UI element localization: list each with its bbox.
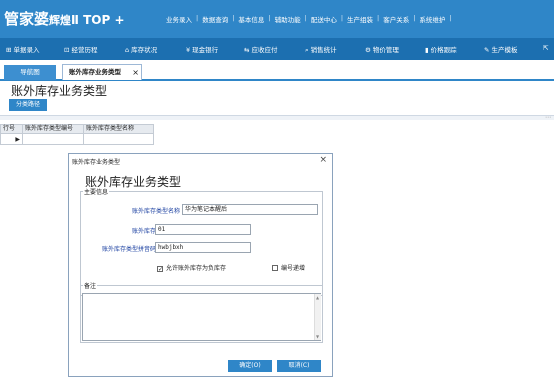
menu-item-production-assembly[interactable]: 生产组装 bbox=[343, 14, 377, 24]
menu-item-business-entry[interactable]: 业务录入 bbox=[162, 14, 196, 24]
tab-label: 账外库存业务类型 bbox=[69, 68, 121, 76]
nav-document-entry[interactable]: ⊞ 单据录入 bbox=[6, 44, 39, 54]
splitter[interactable]: ⋯ bbox=[0, 114, 554, 121]
menu-item-data-query[interactable]: 数据查询 bbox=[198, 14, 232, 24]
menu-item-customer-relations[interactable]: 客户关系 bbox=[379, 14, 413, 24]
type-code-input[interactable]: 01 bbox=[155, 224, 251, 235]
ok-button[interactable]: 确定(O) bbox=[228, 360, 272, 372]
cell[interactable] bbox=[22, 133, 84, 145]
chart-icon: ⊡ bbox=[64, 46, 70, 54]
tab-close-icon[interactable]: × bbox=[132, 65, 139, 80]
cell[interactable] bbox=[83, 133, 154, 145]
data-grid: 行号 账外库存类型编号 账外库存类型名称 ▶ bbox=[0, 124, 154, 145]
menu-item-system-maintenance[interactable]: 系统维护 bbox=[415, 14, 449, 24]
page-title: 账外库存业务类型 bbox=[11, 84, 108, 98]
grid-header-row: 行号 账外库存类型编号 账外库存类型名称 bbox=[0, 124, 154, 134]
exchange-icon: ⇆ bbox=[244, 46, 250, 54]
nav-business-history[interactable]: ⊡ 经营历程 bbox=[64, 44, 97, 54]
allow-negative-checkbox[interactable]: ✓ 允许账外库存为负库存 bbox=[157, 263, 226, 273]
nav-cash-bank[interactable]: ¥ 现金银行 bbox=[186, 44, 218, 54]
type-name-input[interactable]: 华为笔记本醒后 bbox=[182, 204, 318, 215]
tab-navigation-map[interactable]: 导航图 bbox=[4, 65, 56, 80]
note-textarea[interactable] bbox=[82, 293, 321, 341]
row-marker-icon: ▶ bbox=[0, 133, 23, 145]
checkmark-icon: ✓ bbox=[157, 266, 164, 273]
document-icon: ⊞ bbox=[6, 46, 12, 54]
type-name-label: 账外库存类型名称 bbox=[131, 208, 180, 215]
code-increment-checkbox[interactable]: 编号递增 bbox=[272, 263, 305, 272]
menu-item-basic-info[interactable]: 基本信息 bbox=[234, 14, 268, 24]
close-icon[interactable]: × bbox=[319, 155, 327, 165]
nav-price-management[interactable]: ⚙ 物价管理 bbox=[365, 44, 399, 54]
function-toolbar: ⊞ 单据录入 ⊡ 经营历程 ⌂ 库存状况 ¥ 现金银行 ⇆ 应收应付 ⌕ 销售统计 ⚙ 物价管… bbox=[0, 38, 554, 60]
menu-item-aux-functions[interactable]: 辅助功能 bbox=[271, 14, 305, 24]
home-icon: ⌂ bbox=[125, 46, 130, 54]
category-path-button[interactable]: 分类路径 bbox=[9, 99, 47, 111]
note-legend: 备注 bbox=[83, 281, 98, 290]
top-menu: 业务录入 | 数据查询 | 基本信息 | 辅助功能 | 配送中心 | 生产组装 | 客户关系… bbox=[162, 14, 452, 24]
scroll-up-icon[interactable]: ▲ bbox=[316, 295, 319, 300]
checkbox-empty-icon bbox=[272, 265, 278, 271]
nav-exit[interactable]: ⇱ bbox=[543, 44, 550, 52]
type-dialog: 账外库存业务类型 × 账外库存业务类型 主要信息 账外库存类型名称 华为笔记本醒… bbox=[68, 153, 333, 377]
main-info-legend: 主要信息 bbox=[83, 187, 110, 196]
app-logo: 管家婆辉煌Ⅱ TOP + bbox=[4, 10, 125, 28]
pinyin-code-input[interactable]: hwbjbxh bbox=[155, 242, 251, 253]
nav-sales-stats[interactable]: ⌕ 销售统计 bbox=[305, 44, 337, 55]
cancel-button[interactable]: 取消(C) bbox=[277, 360, 321, 372]
dialog-title: 账外库存业务类型 bbox=[72, 159, 121, 166]
scroll-down-icon[interactable]: ▼ bbox=[316, 334, 319, 339]
table-row[interactable]: ▶ bbox=[0, 133, 154, 145]
pinyin-code-label: 账外库存类型拼音码 bbox=[101, 246, 156, 253]
wrench-icon: ✎ bbox=[484, 46, 490, 54]
search-icon: ⌕ bbox=[305, 46, 309, 54]
bar-chart-icon: ▮ bbox=[425, 46, 429, 54]
top-header: 管家婆辉煌Ⅱ TOP + 业务录入 | 数据查询 | 基本信息 | 辅助功能 | 配送中… bbox=[0, 0, 554, 38]
col-row-number[interactable]: 行号 bbox=[0, 124, 23, 134]
gear-icon: ⚙ bbox=[365, 46, 371, 54]
note-scrollbar[interactable]: ▲ ▼ bbox=[314, 294, 321, 340]
tab-bar: 导航图 账外库存业务类型 × bbox=[0, 60, 554, 81]
tab-off-book-inventory-type[interactable]: 账外库存业务类型 × bbox=[62, 64, 142, 80]
nav-inventory-status[interactable]: ⌂ 库存状况 bbox=[125, 44, 157, 54]
nav-production-template[interactable]: ✎ 生产模板 bbox=[484, 44, 517, 54]
col-type-name[interactable]: 账外库存类型名称 bbox=[83, 124, 154, 134]
yen-icon: ¥ bbox=[186, 46, 191, 54]
grip-icon: ⋯ bbox=[545, 114, 551, 121]
exit-icon: ⇱ bbox=[543, 44, 549, 52]
nav-price-tracking[interactable]: ▮ 价格跟踪 bbox=[425, 44, 457, 54]
menu-item-distribution-center[interactable]: 配送中心 bbox=[307, 14, 341, 24]
nav-receivable-payable[interactable]: ⇆ 应收应付 bbox=[244, 44, 277, 54]
col-type-code[interactable]: 账外库存类型编号 bbox=[22, 124, 84, 134]
